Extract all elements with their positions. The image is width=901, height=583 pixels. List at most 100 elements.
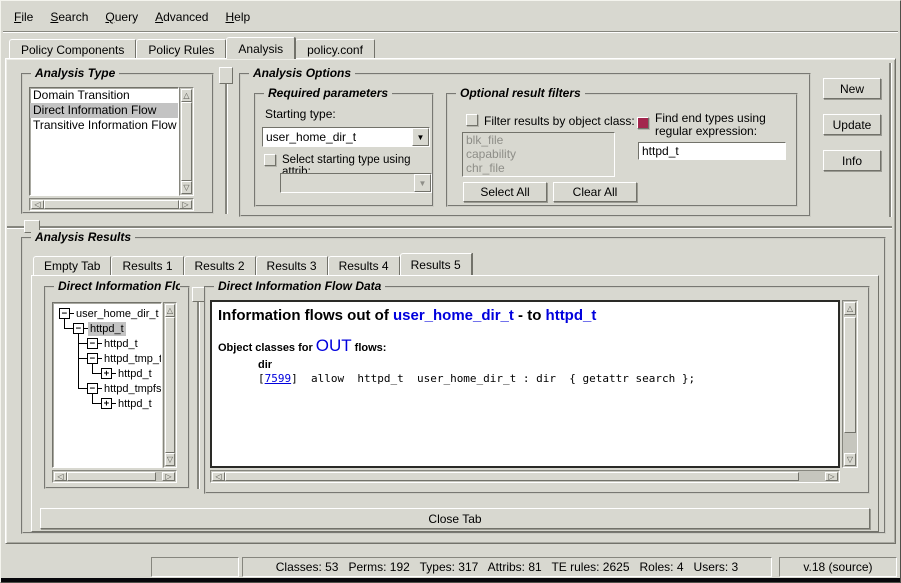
analysis-type-list: Domain Transition Direct Information Flo… — [29, 87, 179, 196]
analysis-type-frame: Analysis Type Domain Transition Direct I… — [21, 73, 214, 214]
tree-hscrollbar[interactable] — [52, 470, 177, 483]
tree-node[interactable]: user_home_dir_t — [59, 307, 161, 320]
scroll-left-icon[interactable] — [31, 200, 44, 209]
menu-advanced[interactable]: Advanced — [155, 10, 208, 24]
expander-minus-icon[interactable] — [59, 308, 70, 319]
menu-bar: File Search Query Advanced Help — [3, 3, 898, 31]
required-parameters-label: Required parameters — [264, 86, 392, 100]
data-hscrollbar[interactable] — [210, 470, 840, 483]
tab-policy-conf[interactable]: policy.conf — [295, 39, 375, 59]
pane-edge-line — [889, 63, 891, 217]
source-type: user_home_dir_t — [393, 307, 514, 324]
list-item[interactable]: Domain Transition — [30, 88, 178, 103]
tab-results-2[interactable]: Results 2 — [184, 256, 256, 275]
results-sash-line[interactable] — [7, 226, 892, 228]
rule-number-link[interactable]: 7599 — [265, 372, 292, 385]
attrib-combobox — [280, 173, 432, 193]
close-tab-button[interactable]: Close Tab — [40, 508, 870, 529]
tab-results-3[interactable]: Results 3 — [256, 256, 328, 275]
data-vscrollbar[interactable] — [842, 300, 858, 468]
flow-tree-label: Direct Information Flow T — [54, 279, 180, 293]
scroll-thumb[interactable] — [44, 200, 179, 209]
scroll-thumb[interactable] — [225, 472, 799, 481]
flow-tree-frame: Direct Information Flow T — [44, 286, 190, 489]
scroll-thumb[interactable] — [67, 472, 156, 481]
new-button[interactable]: New — [823, 78, 881, 99]
scroll-up-icon[interactable] — [181, 89, 192, 102]
flow-data-label: Direct Information Flow Data — [214, 279, 385, 293]
scroll-down-icon[interactable] — [181, 181, 192, 194]
menu-search[interactable]: Search — [50, 10, 88, 24]
starting-type-value[interactable] — [263, 128, 412, 146]
analysis-type-vscrollbar[interactable] — [179, 87, 194, 196]
tree-data-sash-line[interactable] — [197, 302, 199, 489]
window-bottom-edge — [1, 578, 900, 582]
tree-node[interactable]: httpd_tmp_t — [87, 352, 162, 365]
menu-help[interactable]: Help — [225, 10, 250, 24]
flow-data-text[interactable]: Information flows out of user_home_dir_t… — [210, 300, 840, 468]
tree-node[interactable]: httpd_t — [73, 322, 126, 335]
regex-entry[interactable] — [639, 143, 785, 159]
scroll-up-icon[interactable] — [844, 302, 856, 315]
expander-minus-icon[interactable] — [87, 353, 98, 364]
dropdown-arrow-icon — [414, 174, 431, 192]
analysis-type-hscrollbar[interactable] — [29, 198, 194, 211]
tab-empty[interactable]: Empty Tab — [33, 256, 111, 275]
flow-data-frame: Direct Information Flow Data Information… — [204, 286, 870, 494]
starting-type-combobox[interactable] — [262, 127, 430, 147]
expander-minus-icon[interactable] — [87, 383, 98, 394]
expander-minus-icon[interactable] — [73, 323, 84, 334]
scroll-up-icon[interactable] — [165, 304, 175, 317]
tree-node[interactable]: httpd_t — [87, 337, 140, 350]
scroll-left-icon[interactable] — [212, 472, 225, 481]
scroll-thumb[interactable] — [181, 102, 192, 181]
clear-all-button[interactable]: Clear All — [553, 182, 637, 202]
scroll-left-icon[interactable] — [54, 472, 67, 481]
flow-tree: user_home_dir_t httpd_t httpd_t httpd_tm… — [52, 302, 162, 468]
tab-results-4[interactable]: Results 4 — [328, 256, 400, 275]
tab-policy-components[interactable]: Policy Components — [9, 39, 136, 59]
list-item: chr_file — [463, 161, 614, 175]
results-tab-bar: Empty Tab Results 1 Results 2 Results 3 … — [33, 253, 472, 275]
tab-results-1[interactable]: Results 1 — [111, 256, 183, 275]
scroll-right-icon[interactable] — [162, 472, 175, 481]
expander-minus-icon[interactable] — [87, 338, 98, 349]
scroll-down-icon[interactable] — [844, 453, 856, 466]
attrib-checkbox[interactable] — [264, 154, 276, 166]
dropdown-arrow-icon[interactable] — [412, 128, 429, 146]
tree-node[interactable]: httpd_t — [101, 367, 154, 380]
select-all-button[interactable]: Select All — [463, 182, 547, 202]
flow-direction: OUT — [313, 336, 355, 356]
tree-node[interactable]: httpd_tmpfs_t — [87, 382, 162, 395]
expander-plus-icon[interactable] — [101, 398, 112, 409]
attrib-combobox-value — [281, 174, 414, 192]
tab-results-5[interactable]: Results 5 — [400, 253, 472, 275]
regex-checkbox[interactable] — [637, 117, 649, 129]
tree-vscrollbar[interactable] — [163, 302, 177, 468]
pane-sash-line[interactable] — [225, 84, 227, 214]
list-item[interactable]: Transitive Information Flow — [30, 118, 178, 133]
scroll-right-icon[interactable] — [825, 472, 838, 481]
object-classes-heading: Object classes for OUT flows: — [218, 336, 832, 356]
analysis-options-frame: Analysis Options Required parameters Sta… — [239, 73, 811, 217]
list-item[interactable]: Direct Information Flow — [30, 103, 178, 118]
menu-query[interactable]: Query — [105, 10, 138, 24]
scroll-thumb[interactable] — [844, 317, 856, 433]
tab-policy-rules[interactable]: Policy Rules — [136, 39, 226, 59]
info-button[interactable]: Info — [823, 150, 881, 171]
expander-plus-icon[interactable] — [101, 368, 112, 379]
scroll-thumb[interactable] — [165, 317, 175, 453]
menu-file[interactable]: File — [14, 10, 33, 24]
scroll-right-icon[interactable] — [179, 200, 192, 209]
analysis-results-frame: Analysis Results Empty Tab Results 1 Res… — [21, 237, 886, 534]
status-version: v.18 (source) — [779, 557, 897, 577]
scroll-down-icon[interactable] — [165, 453, 175, 466]
object-class-checkbox[interactable] — [466, 114, 478, 126]
pane-sash-handle[interactable] — [219, 67, 233, 84]
analysis-results-label: Analysis Results — [31, 230, 135, 244]
starting-type-label: Starting type: — [265, 107, 336, 121]
tab-analysis[interactable]: Analysis — [226, 37, 295, 59]
object-class-checkbox-label: Filter results by object class: — [484, 114, 635, 128]
update-button[interactable]: Update — [823, 114, 881, 135]
tree-node[interactable]: httpd_t — [101, 397, 154, 410]
